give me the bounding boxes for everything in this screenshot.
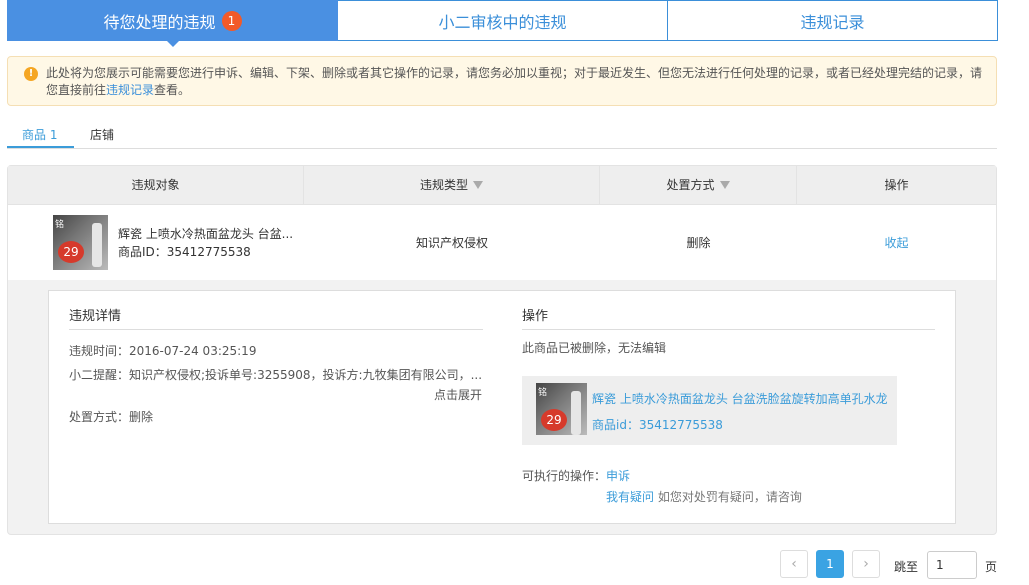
tab-pending-violations[interactable]: 待您处理的违规 1 xyxy=(7,0,338,47)
exec-label: 可执行的操作： xyxy=(522,469,607,483)
executable-actions: 可执行的操作：申诉 xyxy=(522,467,630,484)
goods-card[interactable]: 铭 29 辉瓷 上喷水冷热面盆龙头 台盆洗脸盆旋转加高单孔水龙头 商品id：35… xyxy=(522,376,897,445)
prev-page-button[interactable]: ‹ xyxy=(780,550,808,578)
staff-reminder: 小二提醒：知识产权侵权;投诉单号:3255908，投诉方:九牧集团有限公司，..… xyxy=(69,368,483,382)
header-type[interactable]: 违规类型 xyxy=(304,166,600,205)
faucet-shape xyxy=(92,223,102,267)
tab-label: 待您处理的违规 xyxy=(103,12,216,32)
filter-icon[interactable] xyxy=(473,180,483,189)
appeal-link[interactable]: 申诉 xyxy=(606,469,630,483)
filter-icon[interactable] xyxy=(719,180,730,189)
table-header: 违规对象 违规类型 处置方式 操作 xyxy=(8,166,996,205)
expand-link[interactable]: 点击展开 xyxy=(434,386,482,403)
collapse-cell: 收起 xyxy=(797,205,996,280)
tab-label: 小二审核中的违规 xyxy=(438,12,567,32)
deleted-note: 此商品已被删除，无法编辑 xyxy=(522,341,667,355)
page-1-button[interactable]: 1 xyxy=(816,550,844,578)
tab-label: 违规记录 xyxy=(800,12,865,32)
active-tab-indicator xyxy=(7,146,74,148)
disposal-method: 处置方式：删除 xyxy=(69,410,154,424)
operation-title: 操作 xyxy=(522,305,935,330)
goods-info: 辉瓷 上喷水冷热面盆龙头 台盆... 商品ID：35412775538 xyxy=(118,225,293,261)
violation-table: 违规对象 违规类型 处置方式 操作 铭 29 辉瓷 上喷水冷热面盆龙头 台盆..… xyxy=(7,165,997,535)
tab-under-review[interactable]: 小二审核中的违规 xyxy=(338,0,668,41)
warning-icon: ! xyxy=(24,67,38,81)
goods-cell: 铭 29 辉瓷 上喷水冷热面盆龙头 台盆... 商品ID：35412775538 xyxy=(8,205,304,280)
jump-label: 跳至 xyxy=(894,560,919,574)
violation-time: 违规时间：2016-07-24 03:25:19 xyxy=(69,344,257,358)
subtab-shop[interactable]: 店铺 xyxy=(90,126,114,143)
question-row: 我有疑问 如您对处罚有疑问，请咨询 xyxy=(606,488,802,505)
violation-type-cell: 知识产权侵权 xyxy=(415,236,488,250)
detail-title: 违规详情 xyxy=(69,305,483,330)
subtab-goods[interactable]: 商品 1 xyxy=(22,126,57,143)
count-badge: 1 xyxy=(221,10,242,31)
next-page-button[interactable]: › xyxy=(852,550,880,578)
goods-thumbnail[interactable]: 铭 29 xyxy=(536,383,587,435)
header-object: 违规对象 xyxy=(8,166,304,205)
goods-title[interactable]: 辉瓷 上喷水冷热面盆龙头 台盆... xyxy=(118,225,293,243)
sub-tabs: 商品 1 店铺 xyxy=(7,120,997,149)
collapse-link[interactable]: 收起 xyxy=(884,234,908,251)
goods-id-link[interactable]: 商品id：35412775538 xyxy=(592,416,723,433)
page-jump-input[interactable] xyxy=(927,551,977,579)
notice-text-end: 查看。 xyxy=(154,83,191,97)
page-unit-label: 页 xyxy=(985,560,998,574)
top-tabs: 待您处理的违规 1 小二审核中的违规 违规记录 xyxy=(7,0,998,47)
goods-thumbnail[interactable]: 铭 29 xyxy=(53,215,108,270)
question-hint: 如您对处罚有疑问，请咨询 xyxy=(657,490,802,504)
violation-records-link[interactable]: 违规记录 xyxy=(106,83,154,97)
notice-banner: ! 此处将为您展示可能需要您进行申诉、编辑、下架、删除或者其它操作的记录，请您务… xyxy=(7,56,997,106)
faucet-shape xyxy=(571,391,581,435)
tab-violation-records[interactable]: 违规记录 xyxy=(668,0,998,41)
table-row: 铭 29 辉瓷 上喷水冷热面盆龙头 台盆... 商品ID：35412775538… xyxy=(8,205,996,280)
header-disposal[interactable]: 处置方式 xyxy=(600,166,797,205)
question-link[interactable]: 我有疑问 xyxy=(606,490,654,504)
goods-id: 商品ID：35412775538 xyxy=(118,244,251,259)
disposal-cell: 删除 xyxy=(686,236,711,250)
header-action: 操作 xyxy=(884,178,909,192)
violation-detail-box: 违规详情 违规时间：2016-07-24 03:25:19 小二提醒：知识产权侵… xyxy=(48,290,956,524)
goods-full-title[interactable]: 辉瓷 上喷水冷热面盆龙头 台盆洗脸盆旋转加高单孔水龙头 xyxy=(592,390,887,407)
